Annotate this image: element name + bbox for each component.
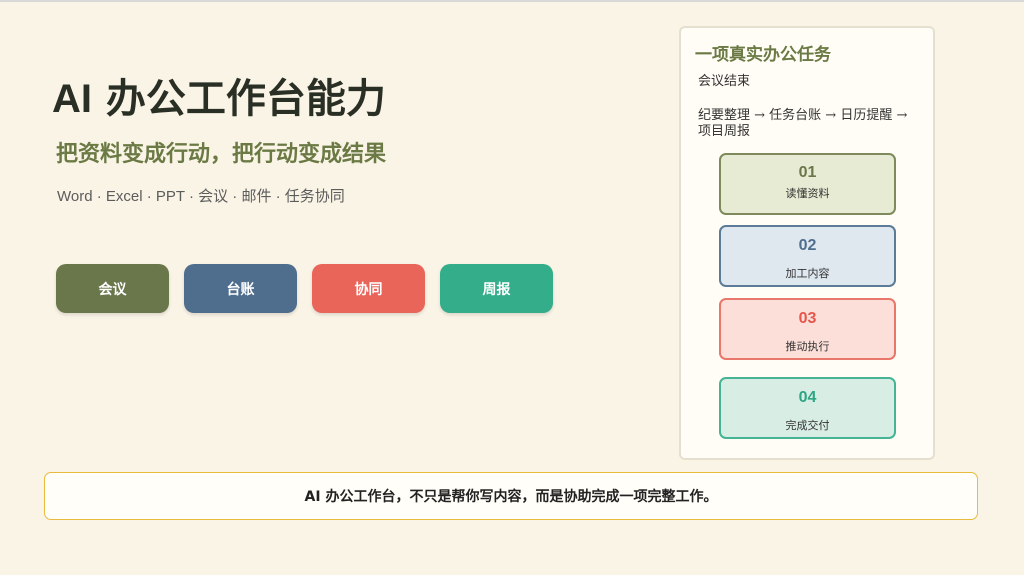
task-card: 一项真实办公任务 会议结束 纪要整理 → 任务台账 → 日历提醒 → 项目周报 …: [679, 26, 935, 460]
page-title: AI 办公工作台能力: [52, 66, 386, 124]
tag-weekly-report: 周报: [440, 264, 553, 313]
title-rest: 办公工作台能力: [92, 76, 386, 122]
step-number: 02: [798, 237, 817, 254]
step-card-02: 02 加工内容: [719, 225, 896, 287]
step-label: 读懂资料: [785, 187, 830, 200]
step-number: 04: [798, 389, 817, 406]
title-ai: AI: [52, 77, 92, 121]
step-number: 03: [798, 310, 817, 327]
tag-meeting: 会议: [56, 264, 169, 313]
step-label: 完成交付: [785, 419, 830, 432]
slide: AI 办公工作台能力 把资料变成行动，把行动变成结果 Word · Excel …: [0, 0, 1024, 575]
tag-collaboration: 协同: [312, 264, 425, 313]
step-label: 推动执行: [785, 340, 830, 353]
step-card-04: 04 完成交付: [719, 377, 896, 439]
step-number: 01: [798, 164, 817, 181]
tag-ledger: 台账: [184, 264, 297, 313]
step-card-01: 01 读懂资料: [719, 153, 896, 215]
tagline: Word · Excel · PPT · 会议 · 邮件 · 任务协同: [57, 188, 345, 205]
task-card-line1: 会议结束: [698, 74, 751, 89]
task-card-line2: 纪要整理 → 任务台账 → 日历提醒 → 项目周报: [698, 108, 908, 139]
step-label: 加工内容: [785, 267, 830, 280]
task-card-title: 一项真实办公任务: [695, 45, 831, 65]
step-card-03: 03 推动执行: [719, 298, 896, 360]
subtitle: 把资料变成行动，把行动变成结果: [56, 142, 387, 167]
summary-banner: AI 办公工作台，不只是帮你写内容，而是协助完成一项完整工作。: [44, 472, 978, 520]
